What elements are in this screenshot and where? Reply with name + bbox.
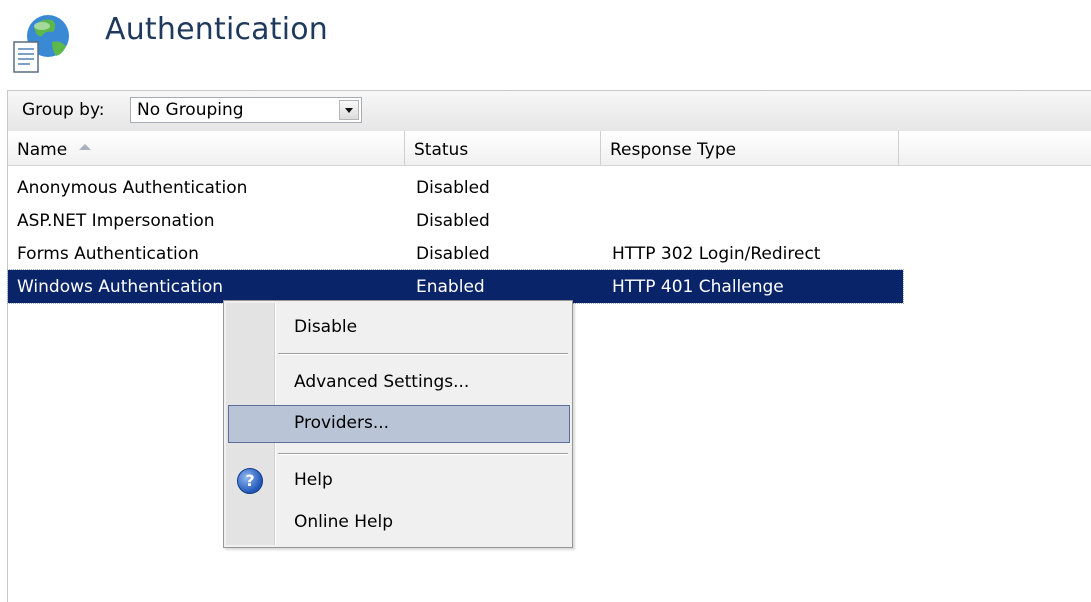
page-header: Authentication — [0, 0, 1091, 84]
menu-item-online-help[interactable]: Online Help — [228, 504, 570, 542]
group-by-value: No Grouping — [137, 100, 244, 120]
row-response-type: HTTP 401 Challenge — [612, 277, 784, 297]
row-status: Disabled — [416, 211, 490, 231]
table-row[interactable]: Anonymous Authentication Disabled — [8, 171, 903, 204]
menu-item-label: Advanced Settings... — [294, 372, 470, 392]
row-status: Disabled — [416, 178, 490, 198]
table-row[interactable]: ASP.NET Impersonation Disabled — [8, 204, 903, 237]
menu-item-advanced-settings[interactable]: Advanced Settings... — [228, 364, 570, 402]
table-row[interactable]: Forms Authentication Disabled HTTP 302 L… — [8, 237, 903, 270]
menu-item-help[interactable]: ? Help — [228, 462, 570, 500]
column-header-label: Response Type — [610, 140, 737, 160]
menu-item-label: Providers... — [294, 413, 390, 433]
column-header-response-type[interactable]: Response Type — [601, 131, 899, 165]
help-icon: ? — [237, 468, 263, 494]
column-header-status[interactable]: Status — [405, 131, 601, 165]
menu-separator — [278, 453, 568, 455]
sort-ascending-icon — [79, 144, 92, 150]
column-header-bar: Name Status Response Type — [8, 131, 1091, 166]
group-by-select[interactable]: No Grouping — [130, 97, 362, 123]
row-name: Windows Authentication — [17, 277, 224, 297]
row-response-type: HTTP 302 Login/Redirect — [612, 244, 821, 264]
authentication-feature-icon — [13, 15, 69, 73]
row-name: Forms Authentication — [17, 244, 199, 264]
row-name: ASP.NET Impersonation — [17, 211, 215, 231]
table-row-selected[interactable]: Windows Authentication Enabled HTTP 401 … — [7, 269, 904, 304]
row-name: Anonymous Authentication — [17, 178, 248, 198]
context-menu: Disable Advanced Settings... Providers..… — [223, 300, 573, 548]
menu-item-disable[interactable]: Disable — [228, 309, 570, 347]
column-header-empty[interactable] — [899, 131, 1091, 165]
row-status: Disabled — [416, 244, 490, 264]
group-by-bar: Group by: No Grouping — [7, 90, 1091, 131]
row-status: Enabled — [416, 277, 485, 297]
column-header-label: Status — [414, 140, 469, 160]
menu-item-label: Disable — [294, 317, 358, 337]
page-title: Authentication — [105, 12, 329, 47]
column-header-name[interactable]: Name — [8, 131, 405, 165]
chevron-down-icon[interactable] — [339, 100, 359, 120]
menu-item-providers[interactable]: Providers... — [228, 405, 570, 443]
column-header-label: Name — [17, 140, 68, 160]
group-by-label: Group by: — [22, 100, 105, 120]
menu-item-label: Online Help — [294, 512, 393, 532]
menu-separator — [278, 353, 568, 355]
menu-item-label: Help — [294, 470, 333, 490]
